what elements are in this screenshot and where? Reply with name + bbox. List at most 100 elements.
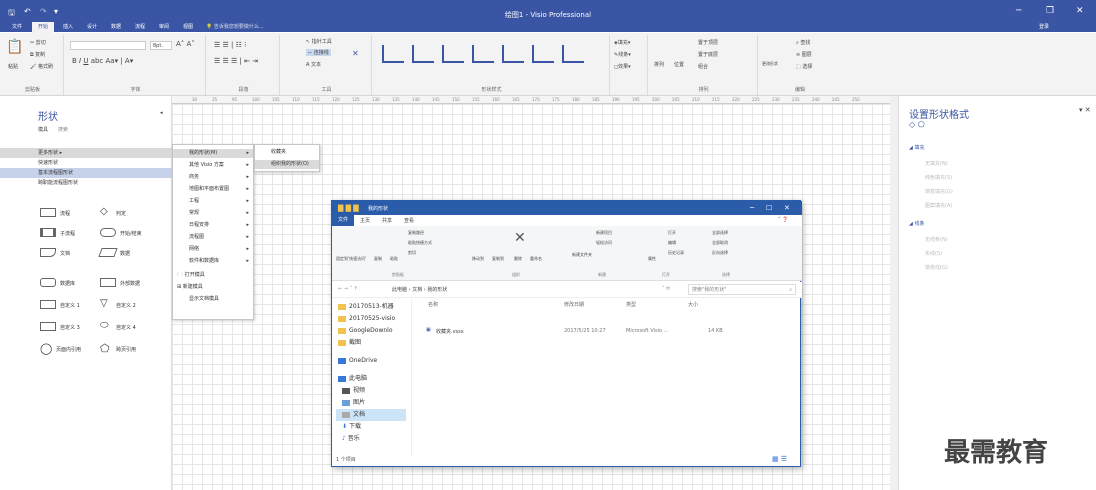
fill-option[interactable]: 无填充(N) xyxy=(925,160,948,167)
style-swatch[interactable] xyxy=(562,45,584,63)
delete-button[interactable]: 删除 xyxy=(514,256,522,262)
database-shape-icon[interactable] xyxy=(40,278,56,287)
layers-button[interactable]: ≋ 图层 xyxy=(796,51,812,58)
subprocess-shape-icon[interactable] xyxy=(40,228,56,237)
sign-in-link[interactable]: 登录 xyxy=(1034,22,1054,33)
maximize-icon[interactable]: ☐ xyxy=(766,204,772,212)
style-swatch[interactable] xyxy=(412,45,434,63)
menu-item[interactable]: 地图和平面布置图 ▸ xyxy=(173,185,253,194)
copy-button[interactable]: ⧉ 复制 xyxy=(30,51,45,58)
change-shape-button[interactable]: 更改形状 xyxy=(762,61,778,67)
nav-arrows-icon[interactable]: ← → ˅ ↑ xyxy=(338,286,358,292)
col-name[interactable]: 名称 xyxy=(428,301,438,311)
cut-button[interactable]: 剪切 xyxy=(408,250,416,256)
line-option[interactable]: 实线(S) xyxy=(925,250,942,257)
data-shape-icon[interactable] xyxy=(98,248,118,257)
align-button[interactable]: 排列 xyxy=(654,61,664,68)
external-data-shape-icon[interactable] xyxy=(100,278,116,287)
custom1-shape-icon[interactable] xyxy=(40,300,56,309)
explorer-tab-view[interactable]: 查看 xyxy=(404,217,414,224)
send-back-button[interactable]: 置于底层 xyxy=(698,51,718,58)
select-none-button[interactable]: 全部取消 xyxy=(712,240,728,246)
menu-item[interactable]: 工程 ▸ xyxy=(173,197,253,206)
edit-button[interactable]: 编辑 xyxy=(668,240,676,246)
style-swatch[interactable] xyxy=(442,45,464,63)
menu-organize-shapes[interactable]: 组织我的形状(O) xyxy=(255,160,319,169)
start-end-shape-icon[interactable] xyxy=(100,228,116,237)
breadcrumb[interactable]: 此电脑 › 文档 › 我的形状 xyxy=(392,286,447,293)
custom2-shape-icon[interactable]: ▽ xyxy=(100,298,108,309)
connector-button[interactable]: ⌐ 连接线 xyxy=(306,49,331,56)
vertical-scrollbar[interactable] xyxy=(890,96,898,490)
style-swatch[interactable] xyxy=(472,45,494,63)
nav-item[interactable]: 20170513-机器 xyxy=(338,301,394,313)
col-date[interactable]: 修改日期 xyxy=(564,301,584,311)
fill-button[interactable]: ◈填充▾ xyxy=(614,39,630,46)
tab-process[interactable]: 流程 xyxy=(130,22,150,33)
style-swatch[interactable] xyxy=(532,45,554,63)
nav-item[interactable]: 图片 xyxy=(342,397,365,409)
tab-search[interactable]: 搜索 xyxy=(58,126,68,133)
nav-item[interactable]: 视频 xyxy=(342,385,365,397)
easy-access-button[interactable]: 轻松访问 xyxy=(596,240,612,246)
align-icons[interactable]: ☰ ☰ | ☷ ⁝ xyxy=(214,41,246,49)
tab-view[interactable]: 视图 xyxy=(178,22,198,33)
custom3-shape-icon[interactable] xyxy=(40,322,56,331)
effects-button[interactable]: ◻效果▾ xyxy=(614,63,631,70)
invert-selection-button[interactable]: 反向选择 xyxy=(712,250,728,256)
select-button[interactable]: ⬚ 选择 xyxy=(796,63,812,70)
copy-to-button[interactable]: 复制到 xyxy=(492,256,504,262)
new-folder-button[interactable]: 新建文件夹 xyxy=(572,252,592,258)
font-size-field[interactable]: 8pt. xyxy=(150,41,172,50)
menu-item[interactable]: 日程安排 ▸ xyxy=(173,221,253,230)
menu-item[interactable]: 常规 ▸ xyxy=(173,209,253,218)
tell-me-box[interactable]: 💡 告诉我您想要做什么... xyxy=(206,22,316,33)
pin-quick-access-button[interactable]: 固定到'快速访问' xyxy=(336,256,370,262)
basic-flowchart-item[interactable]: 基本流程图形状 xyxy=(0,168,172,178)
document-shape-icon[interactable] xyxy=(40,248,56,257)
style-swatch[interactable] xyxy=(502,45,524,63)
close-icon[interactable]: ✕ xyxy=(784,204,790,212)
indent-icons[interactable]: ☰ ☰ ☰ | ⇤ ⇥ xyxy=(214,57,258,65)
explorer-tab-share[interactable]: 共享 xyxy=(382,217,392,224)
new-item-button[interactable]: 新建项目 xyxy=(596,230,612,236)
tab-data[interactable]: 数据 xyxy=(106,22,126,33)
tab-home[interactable]: 开始 xyxy=(32,22,54,33)
style-swatch[interactable] xyxy=(382,45,404,63)
explorer-tab-home[interactable]: 主页 xyxy=(360,217,370,224)
line-option[interactable]: 渐变线(G) xyxy=(925,264,948,271)
help-icon[interactable]: ˄ ❓ xyxy=(778,217,788,223)
format-painter-button[interactable]: 🖌 格式刷 xyxy=(30,63,53,70)
col-size[interactable]: 大小 xyxy=(688,301,698,311)
quick-shapes-item[interactable]: 快速形状 xyxy=(0,158,172,168)
nav-item-documents[interactable]: 文档 xyxy=(336,409,406,421)
fill-section-header[interactable]: ◢ 填充 xyxy=(909,144,924,151)
nav-item[interactable]: ♪ 音乐 xyxy=(342,433,360,445)
group-button[interactable]: 组合 xyxy=(698,63,708,70)
nav-item[interactable]: GoogleDownlo xyxy=(338,325,393,337)
menu-favorites[interactable]: 收藏夹 xyxy=(255,148,319,157)
nav-item[interactable]: 20170525-visio xyxy=(338,313,395,325)
cross-functional-item[interactable]: 跨职能流程图形状 xyxy=(0,178,172,188)
nav-item[interactable]: ⬇ 下载 xyxy=(342,421,361,433)
copy-button[interactable]: 复制 xyxy=(374,256,382,262)
font-name-field[interactable] xyxy=(70,41,146,50)
fill-option[interactable]: 纯色填充(S) xyxy=(925,174,952,181)
select-all-button[interactable]: 全部选择 xyxy=(712,230,728,236)
move-to-button[interactable]: 移动到 xyxy=(472,256,484,262)
restore-icon[interactable]: ❐ xyxy=(1046,6,1054,16)
line-section-header[interactable]: ◢ 线条 xyxy=(909,220,924,227)
fill-option[interactable]: 渐变填充(G) xyxy=(925,188,953,195)
minimize-icon[interactable]: ─ xyxy=(750,204,754,212)
paste-shortcut-button[interactable]: 粘贴快捷方式 xyxy=(408,240,432,246)
text-tool-button[interactable]: A 文本 xyxy=(306,61,321,68)
refresh-icon[interactable]: ˅ ⟳ xyxy=(662,286,670,292)
custom4-shape-icon[interactable]: ⬭ xyxy=(100,320,109,331)
paste-button[interactable]: 粘贴 xyxy=(390,256,398,262)
decision-shape-icon[interactable]: ◇ xyxy=(100,206,108,217)
paste-button[interactable]: 粘贴 xyxy=(8,63,18,70)
cut-button[interactable]: ✂ 剪切 xyxy=(30,39,46,46)
properties-button[interactable]: 属性 xyxy=(648,256,656,262)
tab-insert[interactable]: 插入 xyxy=(58,22,78,33)
menu-item[interactable]: 流程图 ▸ xyxy=(173,233,253,242)
